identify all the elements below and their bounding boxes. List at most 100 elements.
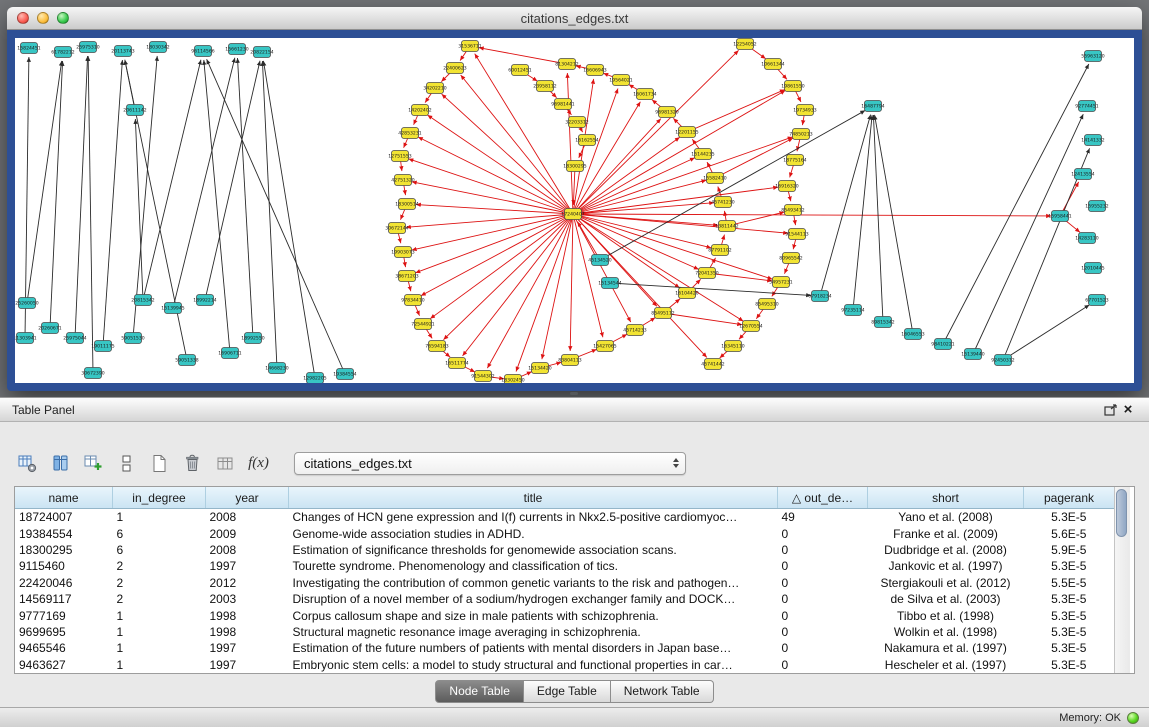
close-window-button[interactable]	[17, 12, 29, 24]
zoom-window-button[interactable]	[57, 12, 69, 24]
graph-node[interactable]: 80965542	[779, 253, 802, 264]
import-table-icon[interactable]	[212, 450, 239, 477]
table-row[interactable]: 946362711997Embryonic stem cells: a mode…	[15, 657, 1114, 673]
graph-node[interactable]: 13811442	[715, 221, 738, 232]
column-header-2[interactable]: in_degree	[113, 487, 206, 509]
table-row[interactable]: 977716911998Corpus callosum shape and si…	[15, 607, 1114, 623]
graph-node[interactable]: 16061734	[633, 89, 656, 100]
graph-node[interactable]: 17240407	[561, 209, 584, 220]
graph-node[interactable]: 18992214	[193, 295, 216, 306]
network-window-titlebar[interactable]: citations_edges.txt	[7, 7, 1142, 30]
column-header-5[interactable]: △ out_de…	[778, 487, 868, 509]
graph-edge[interactable]	[479, 48, 567, 64]
graph-node[interactable]: 97235114	[841, 305, 864, 316]
graph-edge[interactable]	[573, 214, 680, 288]
graph-node[interactable]: 16104420	[675, 288, 698, 299]
graph-node[interactable]: 18030342	[146, 42, 169, 53]
tab-edge-table[interactable]: Edge Table	[524, 680, 611, 703]
new-column-icon[interactable]	[146, 450, 173, 477]
show-columns-icon[interactable]	[47, 450, 74, 477]
graph-node[interactable]: 85493412	[781, 205, 804, 216]
graph-node[interactable]: 60012451	[508, 65, 531, 76]
graph-node[interactable]: 55963120	[1081, 51, 1104, 62]
graph-node[interactable]: 42751320	[391, 175, 414, 186]
graph-node[interactable]: 16487794	[861, 101, 884, 112]
graph-node[interactable]: 16606943	[583, 65, 606, 76]
graph-node[interactable]: 54957231	[769, 277, 792, 288]
graph-node[interactable]: 15427065	[593, 341, 616, 352]
graph-node[interactable]: 81304212	[555, 59, 578, 70]
graph-edge[interactable]	[687, 90, 785, 132]
column-header-3[interactable]: year	[206, 487, 289, 509]
graph-node[interactable]: 38671203	[395, 271, 418, 282]
graph-node[interactable]: 67918234	[808, 291, 831, 302]
graph-node[interactable]: 12413554	[1071, 169, 1094, 180]
table-source-dropdown[interactable]: citations_edges.txt	[294, 452, 686, 475]
graph-node[interactable]: 12751553	[388, 151, 411, 162]
graph-edge[interactable]	[443, 214, 573, 340]
graph-node[interactable]: 72041350	[695, 268, 718, 279]
graph-node[interactable]: 45714233	[623, 325, 646, 336]
graph-node[interactable]: 14141332	[1081, 135, 1104, 146]
graph-edge[interactable]	[567, 73, 573, 214]
column-header-4[interactable]: title	[289, 487, 778, 509]
graph-node[interactable]: 96981320	[655, 107, 678, 118]
graph-node[interactable]: 23958112	[533, 81, 556, 92]
minimize-window-button[interactable]	[37, 12, 49, 24]
graph-edge[interactable]	[573, 214, 788, 233]
graph-node[interactable]: 72544921	[411, 319, 434, 330]
graph-edge[interactable]	[143, 60, 201, 300]
table-row[interactable]: 1830029562008Estimation of significance …	[15, 542, 1114, 558]
graph-node[interactable]: 45134520	[588, 255, 611, 266]
tab-node-table[interactable]: Node Table	[435, 680, 524, 703]
graph-node[interactable]: 30672390	[81, 368, 104, 379]
graph-node[interactable]: 45741442	[701, 359, 724, 370]
graph-node[interactable]: 31536711	[458, 41, 481, 52]
graph-node[interactable]: 67701523	[1085, 295, 1108, 306]
graph-edge[interactable]	[205, 61, 260, 300]
graph-node[interactable]: 74850213	[789, 129, 812, 140]
graph-node[interactable]: 15144235	[691, 149, 714, 160]
graph-node[interactable]: 76594183	[425, 341, 448, 352]
graph-edge[interactable]	[125, 60, 135, 110]
graph-node[interactable]: 10661344	[761, 59, 784, 70]
table-row[interactable]: 946554611997Estimation of the future num…	[15, 640, 1114, 656]
graph-node[interactable]: 25975310	[76, 42, 99, 53]
graph-node[interactable]: 34202210	[423, 83, 446, 94]
float-panel-icon[interactable]	[1101, 401, 1119, 419]
delete-column-icon[interactable]	[179, 450, 206, 477]
graph-node[interactable]: 14283110	[1075, 233, 1098, 244]
graph-edge[interactable]	[103, 60, 122, 346]
graph-node[interactable]: 30672144	[385, 223, 408, 234]
table-options-icon[interactable]	[14, 450, 41, 477]
graph-node[interactable]: 11303941	[15, 333, 37, 344]
scrollbar-thumb[interactable]	[1116, 489, 1127, 537]
column-header-6[interactable]: short	[868, 487, 1024, 509]
graph-node[interactable]: 18300295	[563, 161, 586, 172]
graph-edge[interactable]	[442, 94, 573, 214]
graph-node[interactable]: 16046553	[901, 329, 924, 340]
graph-node[interactable]: 92774451	[1075, 101, 1098, 112]
graph-edge[interactable]	[570, 214, 573, 351]
graph-node[interactable]: 20822154	[250, 47, 273, 58]
graph-edge[interactable]	[573, 187, 778, 214]
graph-node[interactable]: 91544302	[471, 371, 494, 382]
graph-node[interactable]: 16916320	[775, 181, 798, 192]
graph-node[interactable]: 15582410	[703, 173, 726, 184]
graph-node[interactable]: 92450312	[991, 355, 1014, 366]
graph-node[interactable]: 20113743	[111, 46, 134, 57]
graph-edge[interactable]	[573, 88, 618, 214]
column-header-1[interactable]: name	[15, 487, 113, 509]
network-canvas[interactable]: 1582445161782212259753102011374318030342…	[15, 38, 1134, 383]
graph-node[interactable]: 18992550	[241, 333, 264, 344]
graph-node[interactable]: 15955232	[1085, 201, 1108, 212]
graph-node[interactable]: 16511774	[445, 358, 468, 369]
table-row[interactable]: 1456911722003Disruption of a novel membe…	[15, 591, 1114, 607]
graph-edge[interactable]	[461, 75, 573, 214]
graph-node[interactable]: 98410221	[931, 339, 954, 350]
graph-node[interactable]: 15139440	[961, 349, 984, 360]
graph-node[interactable]: 18302450	[501, 375, 524, 384]
graph-edge[interactable]	[573, 214, 1051, 216]
graph-node[interactable]: 96981441	[551, 99, 574, 110]
graph-edge[interactable]	[573, 214, 603, 337]
